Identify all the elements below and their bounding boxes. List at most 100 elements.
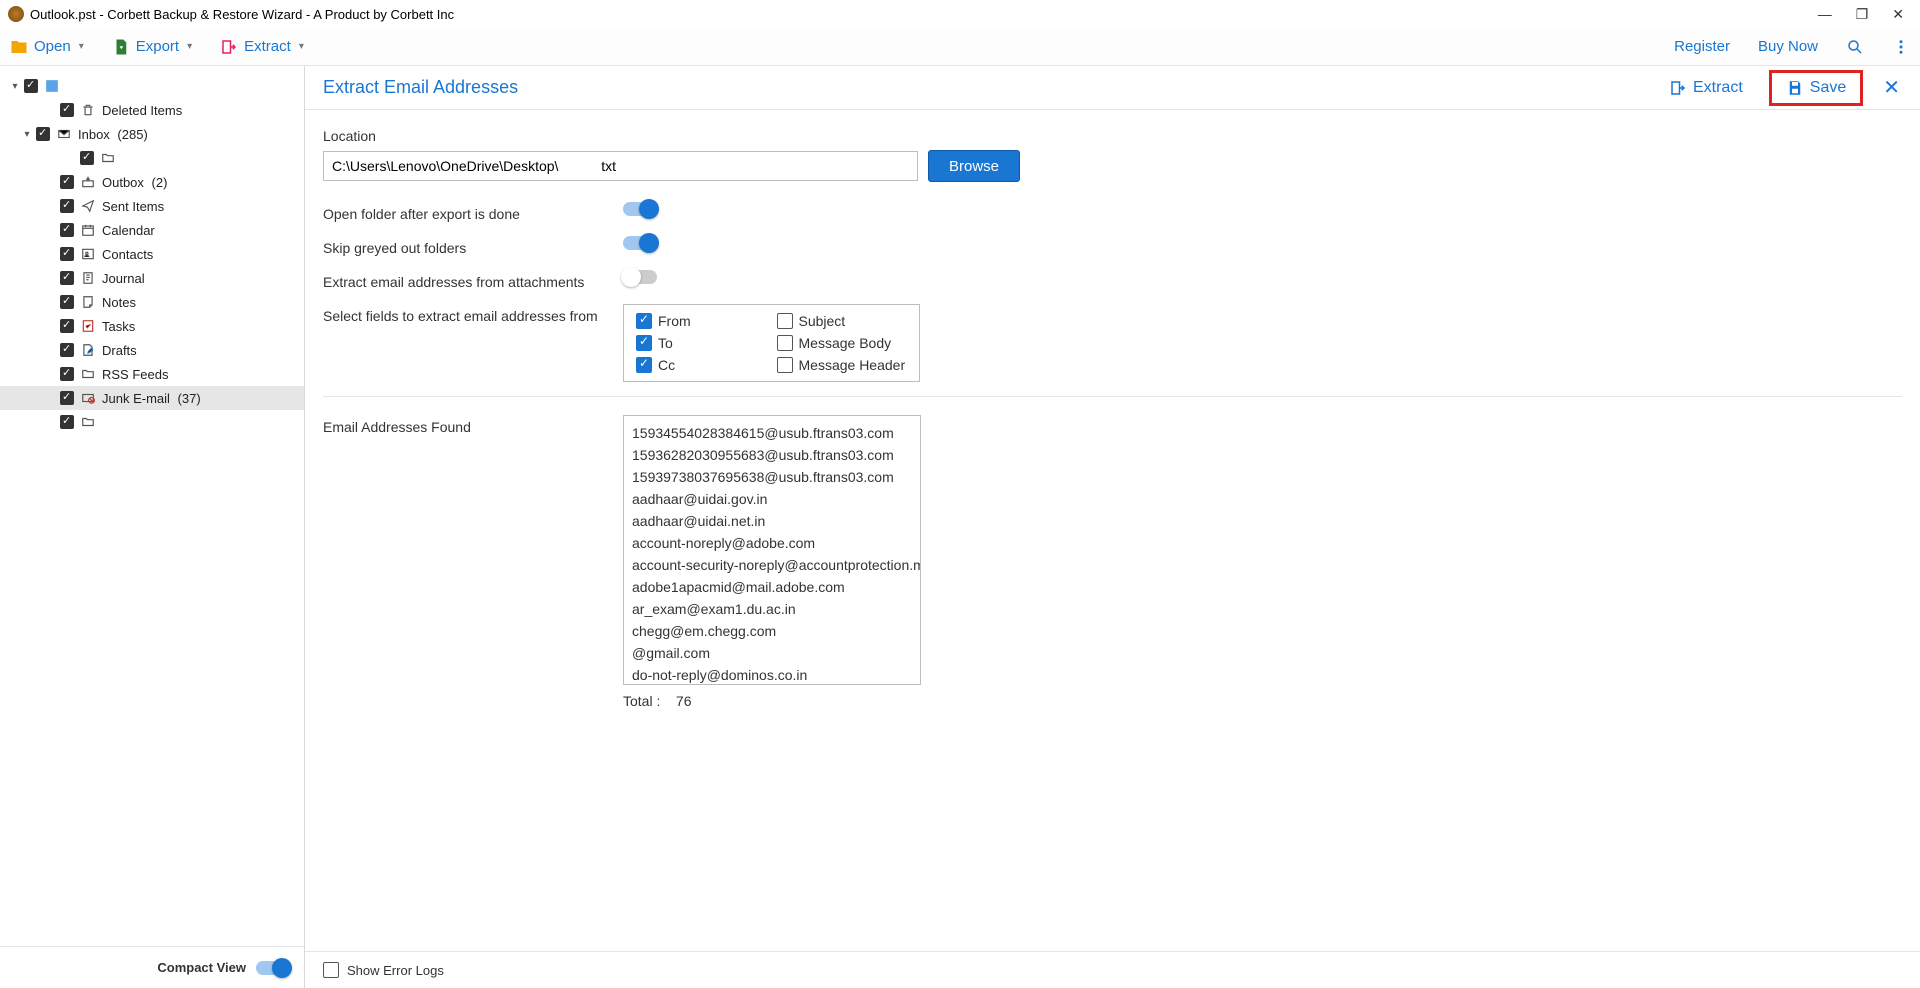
save-button[interactable]: Save — [1778, 75, 1854, 101]
app-icon — [8, 6, 24, 22]
to-checkbox[interactable] — [636, 335, 652, 351]
buy-now-link[interactable]: Buy Now — [1758, 38, 1818, 55]
tree-checkbox[interactable] — [60, 175, 74, 189]
email-row[interactable]: do-not-reply@dominos.co.in — [632, 664, 912, 685]
browse-button[interactable]: Browse — [928, 150, 1020, 182]
extract-attach-label: Extract email addresses from attachments — [323, 270, 623, 290]
email-row[interactable]: adobe1apacmid@mail.adobe.com — [632, 576, 912, 598]
email-row[interactable]: 15934554028384615@usub.ftrans03.com — [632, 422, 912, 444]
tree-checkbox[interactable] — [24, 79, 38, 93]
tree-checkbox[interactable] — [60, 199, 74, 213]
search-icon[interactable] — [1846, 38, 1864, 56]
expander-icon[interactable]: ▾ — [8, 81, 22, 92]
tree-checkbox[interactable] — [60, 295, 74, 309]
email-row[interactable]: 15939738037695638@usub.ftrans03.com — [632, 466, 912, 488]
tree-checkbox[interactable] — [60, 367, 74, 381]
tree-item-label: Journal — [102, 271, 145, 286]
email-row[interactable]: 15936282030955683@usub.ftrans03.com — [632, 444, 912, 466]
tree-item[interactable] — [0, 410, 304, 434]
extract-attach-toggle[interactable] — [623, 270, 657, 284]
tree-item-label: Sent Items — [102, 199, 164, 214]
tree-item[interactable] — [0, 146, 304, 170]
tree-item[interactable]: Contacts — [0, 242, 304, 266]
save-label: Save — [1810, 79, 1846, 97]
extract-action-label: Extract — [1693, 79, 1743, 97]
email-row[interactable]: ar_exam@exam1.du.ac.in — [632, 598, 912, 620]
emails-listbox[interactable]: 15934554028384615@usub.ftrans03.com15936… — [623, 415, 921, 685]
expander-icon[interactable]: ▾ — [20, 129, 34, 140]
tree-item[interactable]: Outbox (2) — [0, 170, 304, 194]
tree-item[interactable]: Deleted Items — [0, 98, 304, 122]
open-after-label: Open folder after export is done — [323, 202, 623, 222]
tree-item-label: RSS Feeds — [102, 367, 168, 382]
tree-checkbox[interactable] — [60, 103, 74, 117]
tree-item[interactable]: RSS Feeds — [0, 362, 304, 386]
extract-action-button[interactable]: Extract — [1661, 75, 1751, 101]
field-to[interactable]: To — [636, 335, 767, 351]
tree-item[interactable]: Tasks — [0, 314, 304, 338]
export-button[interactable]: Export ▾ — [112, 38, 192, 56]
envelope-icon — [56, 126, 72, 142]
field-subject[interactable]: Subject — [777, 313, 908, 329]
tree-checkbox[interactable] — [60, 415, 74, 429]
drafts-icon — [80, 342, 96, 358]
folder-icon — [80, 366, 96, 382]
tree-checkbox[interactable] — [60, 319, 74, 333]
tree-item-count: (285) — [114, 127, 148, 142]
tree-item[interactable]: Sent Items — [0, 194, 304, 218]
email-row[interactable]: account-noreply@adobe.com — [632, 532, 912, 554]
save-icon — [1786, 79, 1804, 97]
email-row[interactable]: account-security-noreply@accountprotecti… — [632, 554, 912, 576]
tree-checkbox[interactable] — [60, 271, 74, 285]
compact-view-toggle[interactable] — [256, 961, 290, 975]
open-after-toggle[interactable] — [623, 202, 657, 216]
tree-item[interactable]: ▾Inbox (285) — [0, 122, 304, 146]
tree-checkbox[interactable] — [60, 391, 74, 405]
extract-button[interactable]: Extract ▾ — [220, 38, 304, 56]
tree-checkbox[interactable] — [60, 223, 74, 237]
field-body[interactable]: Message Body — [777, 335, 908, 351]
open-label: Open — [34, 38, 71, 55]
titlebar: Outlook.pst - Corbett Backup & Restore W… — [0, 0, 1920, 28]
minimize-icon[interactable]: — — [1818, 6, 1832, 22]
tree-checkbox[interactable] — [36, 127, 50, 141]
skip-greyed-toggle[interactable] — [623, 236, 657, 250]
open-button[interactable]: Open ▾ — [10, 38, 84, 56]
tree-root[interactable]: ▾ — [0, 74, 304, 98]
chevron-down-icon: ▾ — [187, 41, 192, 52]
window-title: Outlook.pst - Corbett Backup & Restore W… — [30, 7, 1818, 22]
tree-checkbox[interactable] — [60, 247, 74, 261]
subject-checkbox[interactable] — [777, 313, 793, 329]
header-checkbox[interactable] — [777, 357, 793, 373]
register-link[interactable]: Register — [1674, 38, 1730, 55]
location-input[interactable] — [323, 151, 918, 181]
email-row[interactable]: chegg@em.chegg.com — [632, 620, 912, 642]
show-logs-checkbox[interactable] — [323, 962, 339, 978]
cc-checkbox[interactable] — [636, 357, 652, 373]
export-label: Export — [136, 38, 179, 55]
fields-box: From Subject To Message Body Cc Message … — [623, 304, 920, 382]
body-checkbox[interactable] — [777, 335, 793, 351]
field-from[interactable]: From — [636, 313, 767, 329]
tree-item[interactable]: Drafts — [0, 338, 304, 362]
email-row[interactable]: @gmail.com — [632, 642, 912, 664]
select-fields-label: Select fields to extract email addresses… — [323, 304, 623, 324]
tree-item[interactable]: Journal — [0, 266, 304, 290]
maximize-icon[interactable]: ❐ — [1856, 6, 1869, 23]
chevron-down-icon: ▾ — [79, 41, 84, 52]
tree-item[interactable]: Calendar — [0, 218, 304, 242]
tree-item[interactable]: Notes — [0, 290, 304, 314]
close-panel-icon[interactable]: ✕ — [1881, 75, 1902, 100]
location-label: Location — [323, 128, 1902, 144]
email-row[interactable]: aadhaar@uidai.net.in — [632, 510, 912, 532]
field-cc[interactable]: Cc — [636, 357, 767, 373]
tree-item[interactable]: Junk E-mail (37) — [0, 386, 304, 410]
field-header[interactable]: Message Header — [777, 357, 908, 373]
more-icon[interactable] — [1892, 38, 1910, 56]
from-checkbox[interactable] — [636, 313, 652, 329]
email-row[interactable]: aadhaar@uidai.gov.in — [632, 488, 912, 510]
tree-checkbox[interactable] — [80, 151, 94, 165]
tree-checkbox[interactable] — [60, 343, 74, 357]
panel-header: Extract Email Addresses Extract — [305, 66, 1920, 110]
close-window-icon[interactable]: ✕ — [1892, 6, 1904, 23]
